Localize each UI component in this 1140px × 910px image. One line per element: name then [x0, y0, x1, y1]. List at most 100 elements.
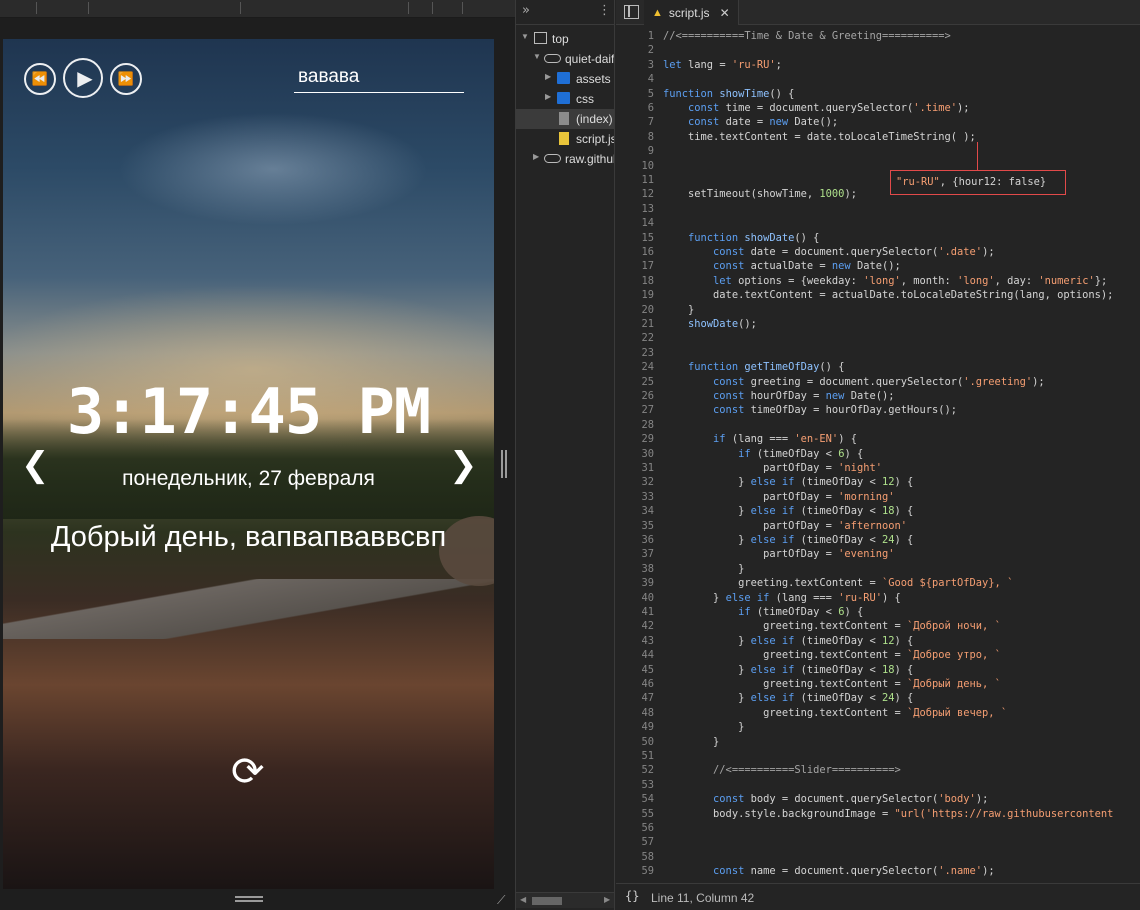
slide-next-icon[interactable]: ❯: [449, 445, 478, 485]
code-line[interactable]: 27 const timeOfDay = hourOfDay.getHours(…: [616, 403, 1140, 417]
code-line[interactable]: 46 greeting.textContent = `Добрый день, …: [616, 677, 1140, 691]
tree-item-assets[interactable]: ▶ assets: [516, 69, 614, 89]
code-line[interactable]: 8 time.textContent = date.toLocaleTimeSt…: [616, 130, 1140, 144]
slide-prev-icon[interactable]: ❮: [21, 445, 50, 485]
code-line[interactable]: 40 } else if (lang === 'ru-RU') {: [616, 591, 1140, 605]
code-line[interactable]: 26 const hourOfDay = new Date();: [616, 389, 1140, 403]
code-line[interactable]: 19 date.textContent = actualDate.toLocal…: [616, 288, 1140, 302]
play-button[interactable]: ▶: [63, 58, 103, 98]
line-text: setTimeout(showTime, 1000);: [663, 188, 857, 201]
code-line[interactable]: 20 }: [616, 303, 1140, 317]
highlight-rest: , {hour12: false}: [939, 176, 1047, 188]
line-number: 38: [641, 562, 654, 575]
code-line[interactable]: 31 partOfDay = 'night': [616, 461, 1140, 475]
tab-script-js[interactable]: ▲ script.js ✕: [644, 0, 739, 25]
code-line[interactable]: 2: [616, 43, 1140, 57]
code-line[interactable]: 1 //<==========Time & Date & Greeting====…: [616, 29, 1140, 43]
tree-item-origin[interactable]: ▼ quiet-daifuku: [516, 49, 614, 69]
more-tabs-icon[interactable]: »: [522, 3, 530, 18]
code-line[interactable]: 29 if (lang === 'en-EN') {: [616, 432, 1140, 446]
code-line[interactable]: 15 function showDate() {: [616, 231, 1140, 245]
code-line[interactable]: 57: [616, 835, 1140, 849]
code-line[interactable]: 42 greeting.textContent = `Доброй ночи, …: [616, 619, 1140, 633]
code-line[interactable]: 44 greeting.textContent = `Доброе утро, …: [616, 648, 1140, 662]
code-line[interactable]: 28: [616, 418, 1140, 432]
code-line[interactable]: 18 let options = {weekday: 'long', month…: [616, 274, 1140, 288]
scroll-right-icon[interactable]: ▶: [604, 895, 610, 904]
tree-item-css[interactable]: ▶ css: [516, 89, 614, 109]
play-prev-button[interactable]: ⏪: [24, 63, 56, 95]
code-line[interactable]: 32 } else if (timeOfDay < 12) {: [616, 475, 1140, 489]
line-text: greeting.textContent = `Good ${partOfDay…: [663, 577, 1014, 590]
refresh-quote-icon[interactable]: ⟳: [231, 749, 265, 795]
code-line[interactable]: 21 showDate();: [616, 317, 1140, 331]
code-line[interactable]: 52 //<==========Slider==========>: [616, 763, 1140, 777]
code-line[interactable]: 23: [616, 346, 1140, 360]
code-line[interactable]: 37 partOfDay = 'evening': [616, 547, 1140, 561]
app-preview: ⏪ ▶ ⏩ 3:17:45 PM понедельник, 27 февраля…: [3, 39, 494, 889]
code-line[interactable]: 59 const name = document.querySelector('…: [616, 864, 1140, 878]
code-line[interactable]: 13: [616, 202, 1140, 216]
kebab-menu-icon[interactable]: ⋮: [598, 3, 611, 18]
code-line[interactable]: 53: [616, 778, 1140, 792]
code-line[interactable]: 56: [616, 821, 1140, 835]
code-line[interactable]: 5 function showTime() {: [616, 87, 1140, 101]
code-line[interactable]: 6 const time = document.querySelector('.…: [616, 101, 1140, 115]
name-input[interactable]: [294, 61, 464, 93]
code-line[interactable]: 22: [616, 331, 1140, 345]
tree-item-raw-github[interactable]: ▶ raw.githubusercontent.com: [516, 149, 614, 169]
code-line[interactable]: 24 function getTimeOfDay() {: [616, 360, 1140, 374]
line-number: 11: [641, 174, 654, 186]
code-line[interactable]: 3 let lang = 'ru-RU';: [616, 58, 1140, 72]
code-line[interactable]: 39 greeting.textContent = `Good ${partOf…: [616, 576, 1140, 590]
tree-item-top[interactable]: ▼ top: [516, 29, 614, 49]
code-editor: ▲ script.js ✕ 1 //<==========Time & Date …: [616, 0, 1140, 910]
code-line[interactable]: 47 } else if (timeOfDay < 24) {: [616, 691, 1140, 705]
line-number: 35: [641, 519, 654, 532]
close-icon[interactable]: ✕: [720, 6, 730, 20]
code-line[interactable]: 7 const date = new Date();: [616, 115, 1140, 129]
code-line[interactable]: 58: [616, 850, 1140, 864]
play-next-button[interactable]: ⏩: [110, 63, 142, 95]
split-resize-handle[interactable]: [501, 450, 507, 478]
code-area[interactable]: 1 //<==========Time & Date & Greeting====…: [616, 26, 1140, 883]
pretty-print-icon[interactable]: {}: [625, 889, 639, 903]
code-line[interactable]: 34 } else if (timeOfDay < 18) {: [616, 504, 1140, 518]
code-line[interactable]: 33 partOfDay = 'morning': [616, 490, 1140, 504]
code-line[interactable]: 25 const greeting = document.querySelect…: [616, 375, 1140, 389]
navigator-scrollbar[interactable]: ◀ ▶: [516, 892, 614, 908]
toggle-navigator-icon[interactable]: [624, 5, 639, 19]
line-number: 8: [647, 130, 654, 143]
cursor-position: Line 11, Column 42: [651, 891, 755, 905]
scroll-left-icon[interactable]: ◀: [520, 895, 526, 904]
line-text: } else if (timeOfDay < 12) {: [663, 634, 914, 647]
line-number: 42: [641, 620, 654, 633]
tree-item-script[interactable]: script.js: [516, 129, 614, 149]
code-line[interactable]: 54 const body = document.querySelector('…: [616, 792, 1140, 806]
line-number: 55: [641, 807, 654, 820]
code-line[interactable]: 36 } else if (timeOfDay < 24) {: [616, 533, 1140, 547]
code-line[interactable]: 4: [616, 72, 1140, 86]
code-line[interactable]: 30 if (timeOfDay < 6) {: [616, 447, 1140, 461]
code-line[interactable]: 9: [616, 144, 1140, 158]
code-line[interactable]: 35 partOfDay = 'afternoon': [616, 519, 1140, 533]
code-line[interactable]: 43 } else if (timeOfDay < 12) {: [616, 634, 1140, 648]
code-line[interactable]: 45 } else if (timeOfDay < 18) {: [616, 663, 1140, 677]
line-number: 33: [641, 490, 654, 503]
code-line[interactable]: 49 }: [616, 720, 1140, 734]
code-line[interactable]: 16 const date = document.querySelector('…: [616, 245, 1140, 259]
scrollbar-thumb[interactable]: [532, 897, 562, 905]
line-number: 40: [641, 591, 654, 604]
code-line[interactable]: 51: [616, 749, 1140, 763]
code-line[interactable]: 17 const actualDate = new Date();: [616, 259, 1140, 273]
code-line[interactable]: 55 body.style.backgroundImage = "url('ht…: [616, 807, 1140, 821]
code-line[interactable]: 48 greeting.textContent = `Добрый вечер,…: [616, 706, 1140, 720]
code-line[interactable]: 50 }: [616, 735, 1140, 749]
code-line[interactable]: 14: [616, 216, 1140, 230]
code-line[interactable]: 38 }: [616, 562, 1140, 576]
tree-item-index[interactable]: (index): [516, 109, 614, 129]
line-number: 43: [641, 634, 654, 647]
corner-resize-icon[interactable]: ⟋: [497, 893, 511, 907]
code-line[interactable]: 41 if (timeOfDay < 6) {: [616, 605, 1140, 619]
vertical-resize-handle[interactable]: [235, 896, 263, 902]
